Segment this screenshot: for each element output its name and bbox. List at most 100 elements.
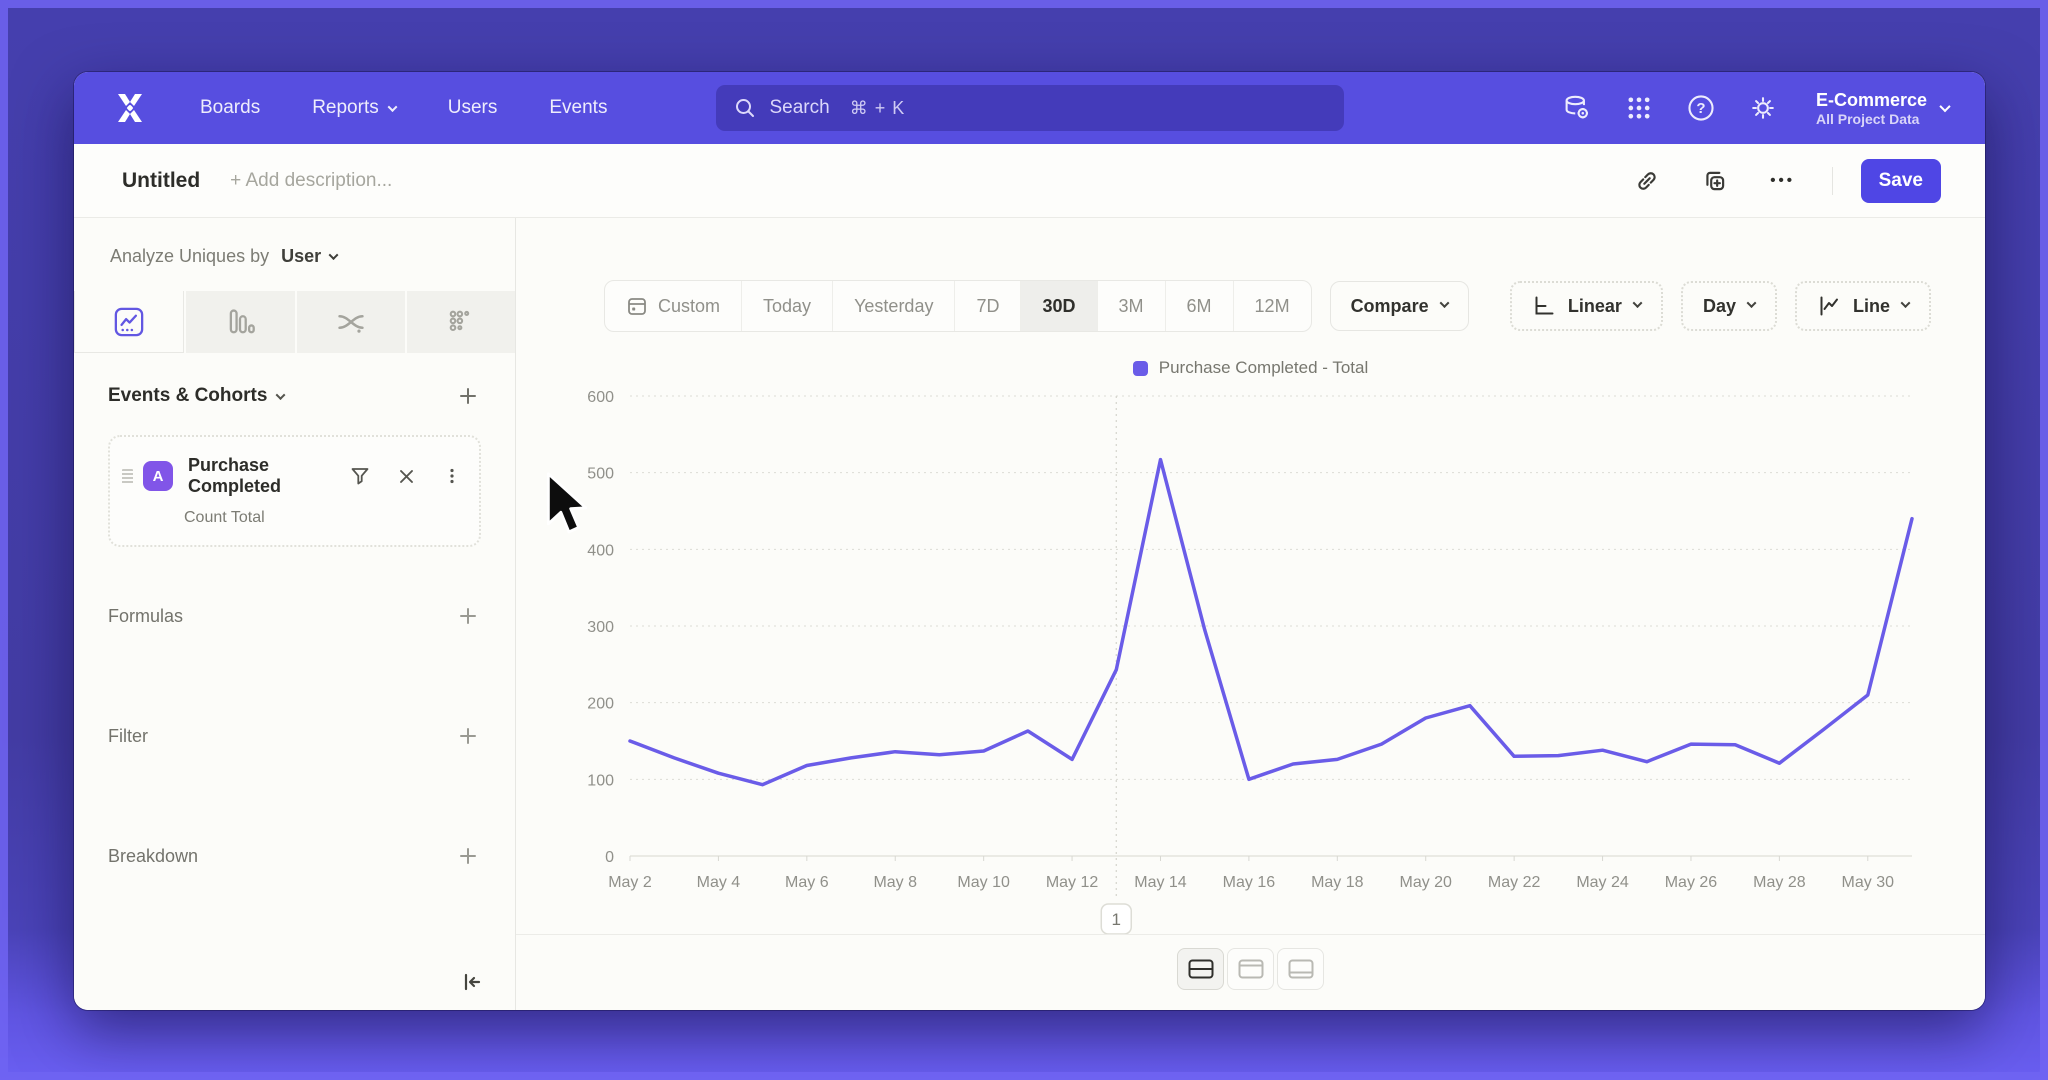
range-7d[interactable]: 7D [954,281,1020,331]
help-icon[interactable]: ? [1686,93,1716,123]
range-6m[interactable]: 6M [1165,281,1233,331]
tab-funnels[interactable] [186,291,294,353]
settings-gear-icon[interactable] [1748,93,1778,123]
mixpanel-logo-icon[interactable] [110,88,150,128]
legend-swatch [1133,361,1148,376]
event-card[interactable]: A Purchase Completed [108,435,481,547]
analyze-value: User [281,246,321,267]
layout-footer-bottom-button[interactable] [1277,948,1324,990]
report-type-tabs [74,291,515,353]
range-12m[interactable]: 12M [1233,281,1311,331]
events-cohorts-label: Events & Cohorts [108,385,267,407]
search-input[interactable]: Search ⌘ + K [716,85,1344,131]
nav-item-reports[interactable]: Reports [312,97,396,119]
add-formulas-button[interactable] [455,603,481,629]
analyze-uniques-row: Analyze Uniques by User [74,218,515,267]
event-metric[interactable]: Count Total [184,509,463,527]
ellipsis-label: ••• [1770,172,1795,189]
app-window: Boards Reports Users Events Search ⌘ + K [74,72,1985,1010]
x-axis-tick: May 30 [1842,874,1895,891]
y-axis-tick: 0 [605,849,614,866]
section-label: Breakdown [108,846,198,867]
nav-items: Boards Reports Users Events [200,97,607,119]
section-label: Formulas [108,606,183,627]
tab-flows[interactable] [297,291,405,353]
range-custom[interactable]: Custom [605,281,741,331]
chart-legend[interactable]: Purchase Completed - Total [516,358,1985,378]
y-axis-tick: 500 [587,466,614,483]
range-yesterday[interactable]: Yesterday [832,281,954,331]
x-axis-tick: May 28 [1753,874,1806,891]
scale-dropdown[interactable]: Linear [1510,281,1663,331]
x-axis-tick: May 26 [1665,874,1718,891]
sidebar-sections: Formulas Filter Breakdown [108,603,481,869]
layout-header-top-button[interactable] [1227,948,1274,990]
compare-label: Compare [1351,296,1429,317]
section-label: Filter [108,726,148,747]
scale-label: Linear [1568,296,1622,317]
x-axis-tick: May 22 [1488,874,1541,891]
analyze-label: Analyze Uniques by [110,246,269,267]
layout-split-horizontal-button[interactable] [1177,948,1224,990]
search-shortcut: ⌘ + K [850,98,906,119]
project-switcher[interactable]: E-Commerce All Project Data [1816,89,1949,128]
copy-link-icon[interactable] [1632,166,1662,196]
compare-dropdown[interactable]: Compare [1330,281,1469,331]
apps-grid-icon[interactable] [1624,93,1654,123]
interval-dropdown[interactable]: Day [1681,281,1777,331]
section-breakdown: Breakdown [108,843,481,869]
nav-item-boards[interactable]: Boards [200,97,260,119]
top-navbar: Boards Reports Users Events Search ⌘ + K [74,72,1985,144]
save-button[interactable]: Save [1861,159,1941,203]
chart-type-label: Line [1853,296,1890,317]
section-filter: Filter [108,723,481,749]
line-chart[interactable]: 01002003004005006001May 2May 4May 6May 8… [562,382,1985,949]
remove-event-icon[interactable] [395,465,417,487]
filter-funnel-icon[interactable] [349,465,371,487]
range-30d[interactable]: 30D [1020,281,1096,331]
chart-type-dropdown[interactable]: Line [1795,281,1931,331]
nav-item-events[interactable]: Events [549,97,607,119]
y-axis-tick: 300 [587,619,614,636]
chevron-down-icon [1633,298,1643,308]
date-range-group: CustomTodayYesterday7D30D3M6M12M [604,280,1312,332]
x-axis-tick: May 2 [608,874,652,891]
y-axis-tick: 400 [587,542,614,559]
more-options-button[interactable]: ••• [1768,166,1798,196]
nav-item-users[interactable]: Users [448,97,498,119]
add-event-button[interactable] [455,383,481,409]
chevron-down-icon [1901,298,1911,308]
range-3m[interactable]: 3M [1097,281,1165,331]
x-axis-tick: May 18 [1311,874,1364,891]
x-axis-tick: May 6 [785,874,829,891]
series-line[interactable] [630,460,1912,785]
calendar-icon [626,295,648,317]
events-cohorts-toggle[interactable]: Events & Cohorts [108,385,284,407]
collapse-sidebar-icon[interactable] [457,968,485,996]
chevron-down-icon [387,102,397,112]
drag-handle-icon[interactable] [122,469,133,484]
event-badge: A [143,461,173,491]
add-filter-button[interactable] [455,723,481,749]
x-axis-tick: May 10 [957,874,1010,891]
tab-retention[interactable] [407,291,515,353]
y-axis-tick: 600 [587,389,614,406]
add-breakdown-button[interactable] [455,843,481,869]
analyze-by-dropdown[interactable]: User [281,246,337,267]
chevron-down-icon [329,250,339,260]
x-axis-tick: May 20 [1399,874,1452,891]
add-description-field[interactable]: + Add description... [230,170,392,192]
svg-text:?: ? [1696,100,1705,117]
line-chart-icon [1817,294,1841,318]
nav-right: ? E-Commerce All Project Data [1562,89,1949,128]
section-formulas: Formulas [108,603,481,629]
data-management-icon[interactable] [1562,93,1592,123]
event-more-icon[interactable] [441,465,463,487]
duplicate-icon[interactable] [1700,166,1730,196]
tab-insights[interactable] [74,291,184,353]
report-title[interactable]: Untitled [122,169,200,193]
range-today[interactable]: Today [741,281,832,331]
event-name[interactable]: Purchase Completed [188,455,349,497]
legend-label: Purchase Completed - Total [1159,358,1368,378]
chevron-down-icon [1439,298,1449,308]
